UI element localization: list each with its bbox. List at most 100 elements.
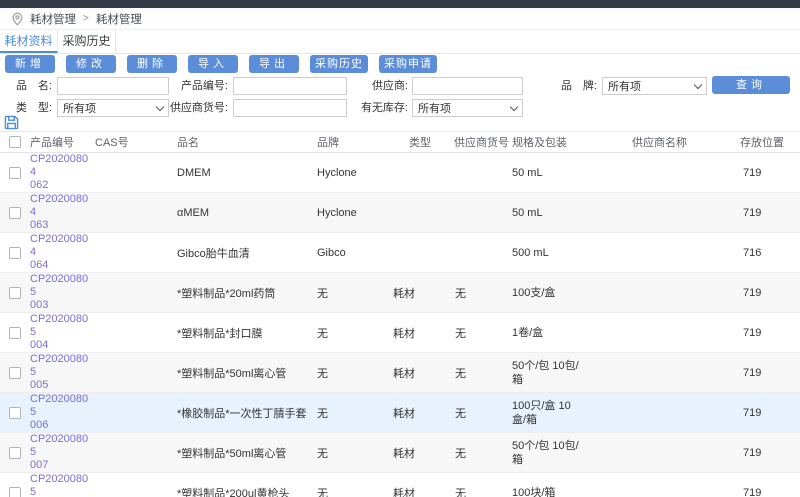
cas-cell: [93, 473, 175, 497]
location-cell: 719: [738, 473, 800, 497]
brand-cell: 无: [315, 393, 390, 433]
row-checkbox[interactable]: [9, 287, 21, 299]
breadcrumb-parent[interactable]: 耗材管理: [30, 11, 76, 27]
table-row[interactable]: CP20200805 004*塑料制品*封口膜无耗材无1卷/盒719: [0, 313, 800, 353]
spec-cell: 50 mL: [510, 193, 630, 233]
product-no-link[interactable]: CP20200805 007: [30, 433, 93, 472]
spec-cell: 50个/包 10包/箱: [510, 353, 630, 393]
row-checkbox[interactable]: [9, 327, 21, 339]
name-cell: Gibco胎牛血清: [175, 233, 315, 273]
purchase-history-button[interactable]: 采购历史: [310, 55, 368, 73]
row-checkbox[interactable]: [9, 447, 21, 459]
table-row[interactable]: CP20200804 064Gibco胎牛血清Gibco500 mL716: [0, 233, 800, 273]
row-select-cell: [0, 393, 28, 433]
col-type: 类型: [390, 132, 450, 153]
name-input[interactable]: [57, 77, 169, 95]
name-cell: *塑料制品*200ul黄枪头: [175, 473, 315, 497]
supplier-no-cell: [450, 193, 510, 233]
row-checkbox[interactable]: [9, 247, 21, 259]
type-cell: 耗材: [390, 313, 450, 353]
product-no-link[interactable]: CP20200804 063: [30, 193, 93, 232]
name-cell: *塑料制品*50ml离心管: [175, 353, 315, 393]
supplier-input[interactable]: [412, 77, 523, 95]
stock-filter-label: 有无库存:: [340, 99, 408, 117]
supplier-name-cell: [630, 193, 738, 233]
table-row[interactable]: CP20200804 063αMEMHyclone50 mL719: [0, 193, 800, 233]
row-checkbox[interactable]: [9, 407, 21, 419]
table-row[interactable]: CP20200805 007*塑料制品*50ml离心管无耗材无50个/包 10包…: [0, 433, 800, 473]
type-cell: 耗材: [390, 393, 450, 433]
stock-select[interactable]: 所有项: [412, 99, 523, 117]
modify-button[interactable]: 修改: [66, 55, 116, 73]
export-button[interactable]: 导出: [249, 55, 299, 73]
location-cell: 719: [738, 393, 800, 433]
row-select-cell: [0, 473, 28, 497]
supplier-name-cell: [630, 313, 738, 353]
supplier-no-cell: 无: [450, 473, 510, 497]
location-cell: 719: [738, 353, 800, 393]
tab-consumable-data[interactable]: 耗材资料: [0, 30, 58, 53]
table-row[interactable]: CP20200804 062DMEMHyclone50 mL719: [0, 153, 800, 193]
name-cell: *橡胶制品*一次性丁腈手套: [175, 393, 315, 433]
type-select-value: 所有项: [63, 100, 96, 116]
supplier-no-input[interactable]: [233, 99, 347, 117]
consumables-table: 产品编号 CAS号 品名 品牌 类型 供应商货号 规格及包装 供应商名称 存放位…: [0, 131, 800, 497]
product-no-link[interactable]: CP20200805 004: [30, 313, 93, 352]
product-no-link[interactable]: CP20200804 064: [30, 233, 93, 272]
name-cell: *塑料制品*50ml离心管: [175, 433, 315, 473]
consumables-table-body: CP20200804 062DMEMHyclone50 mL719CP20200…: [0, 153, 800, 497]
supplier-name-cell: [630, 473, 738, 497]
table-row[interactable]: CP20200805 003*塑料制品*20ml药筒无耗材无100支/盒719: [0, 273, 800, 313]
brand-cell: 无: [315, 313, 390, 353]
location-cell: 716: [738, 233, 800, 273]
add-button[interactable]: 新增: [5, 55, 55, 73]
supplier-name-cell: [630, 233, 738, 273]
row-checkbox[interactable]: [9, 367, 21, 379]
product-no-link[interactable]: CP20200805 008: [30, 473, 93, 497]
row-checkbox[interactable]: [9, 487, 21, 497]
row-checkbox[interactable]: [9, 207, 21, 219]
tab-purchase-history[interactable]: 采购历史: [58, 30, 116, 53]
type-cell: [390, 233, 450, 273]
supplier-name-cell: [630, 393, 738, 433]
product-no-input[interactable]: [233, 77, 347, 95]
supplier-no-cell: [450, 233, 510, 273]
type-select[interactable]: 所有项: [57, 99, 169, 117]
row-select-cell: [0, 193, 28, 233]
import-button[interactable]: 导入: [188, 55, 238, 73]
delete-button[interactable]: 删除: [127, 55, 177, 73]
table-row[interactable]: CP20200805 005*塑料制品*50ml离心管无耗材无50个/包 10包…: [0, 353, 800, 393]
purchase-request-button[interactable]: 采购申请: [379, 55, 437, 73]
consumables-management-page: 耗材管理 > 耗材管理 耗材资料 采购历史 新增 修改 删除 导入 导出 采购历…: [0, 0, 800, 497]
breadcrumb-current: 耗材管理: [96, 11, 142, 27]
table-header-row: 产品编号 CAS号 品名 品牌 类型 供应商货号 规格及包装 供应商名称 存放位…: [0, 132, 800, 153]
spec-cell: 1卷/盒: [510, 313, 630, 353]
cas-cell: [93, 273, 175, 313]
supplier-name-cell: [630, 433, 738, 473]
product-no-link[interactable]: CP20200805 005: [30, 353, 93, 392]
row-select-cell: [0, 233, 28, 273]
row-select-cell: [0, 353, 28, 393]
save-icon[interactable]: [4, 115, 24, 131]
table-row[interactable]: CP20200805 006*橡胶制品*一次性丁腈手套无耗材无100只/盒 10…: [0, 393, 800, 433]
brand-cell: Hyclone: [315, 193, 390, 233]
supplier-no-cell: 无: [450, 393, 510, 433]
search-button[interactable]: 查询: [712, 76, 790, 94]
brand-select[interactable]: 所有项: [602, 77, 707, 95]
product-no-link[interactable]: CP20200804 062: [30, 153, 93, 192]
cas-cell: [93, 193, 175, 233]
col-supplier-no: 供应商货号: [450, 132, 510, 153]
col-location: 存放位置: [738, 132, 800, 153]
row-checkbox[interactable]: [9, 167, 21, 179]
col-supplier-name: 供应商名称: [630, 132, 738, 153]
table-row[interactable]: CP20200805 008*塑料制品*200ul黄枪头无耗材无100块/箱71…: [0, 473, 800, 497]
cas-cell: [93, 393, 175, 433]
chevron-down-icon: [694, 80, 702, 88]
cas-cell: [93, 313, 175, 353]
product-no-link[interactable]: CP20200805 003: [30, 273, 93, 312]
select-all-checkbox[interactable]: [9, 136, 21, 148]
product-no-link[interactable]: CP20200805 006: [30, 393, 93, 432]
name-cell: *塑料制品*封口膜: [175, 313, 315, 353]
name-cell: αMEM: [175, 193, 315, 233]
brand-cell: 无: [315, 433, 390, 473]
